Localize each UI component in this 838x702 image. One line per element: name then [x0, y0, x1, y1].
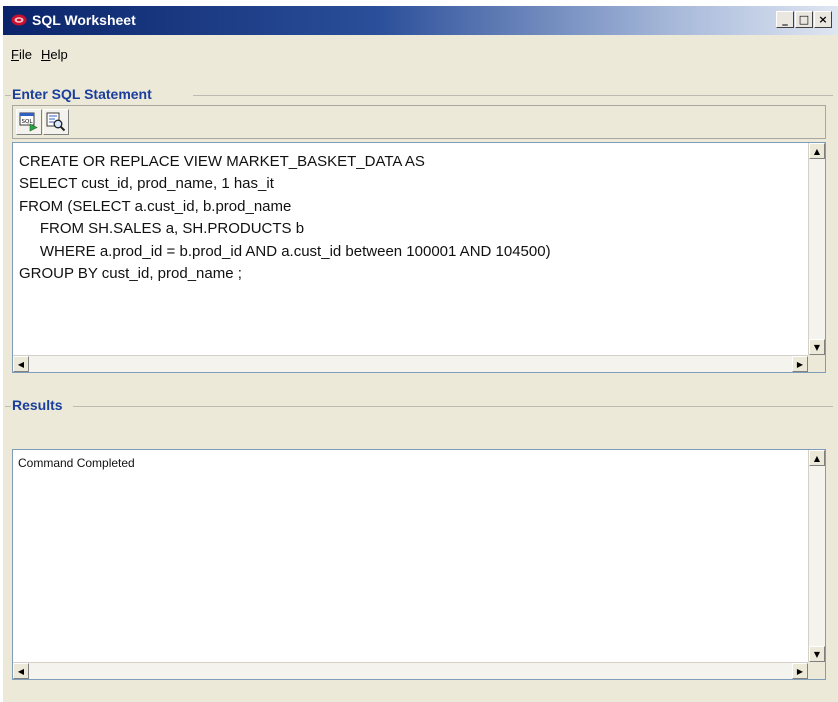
close-button[interactable]: × [814, 11, 832, 28]
execute-sql-icon: SQL [19, 112, 38, 132]
sql-horizontal-scrollbar[interactable]: ◀ ▶ [13, 355, 808, 372]
explain-plan-icon [46, 112, 66, 132]
results-output-text: Command Completed [18, 456, 135, 470]
oracle-app-icon [11, 14, 27, 26]
sql-group-border-right [193, 95, 833, 96]
sql-group-border-left [5, 95, 11, 96]
scroll-right-arrow-icon[interactable]: ▶ [792, 356, 808, 372]
scroll-corner [808, 355, 825, 372]
minimize-button[interactable]: _ [776, 11, 794, 28]
sql-statement-text[interactable]: CREATE OR REPLACE VIEW MARKET_BASKET_DAT… [19, 151, 551, 285]
scroll-left-arrow-icon[interactable]: ◀ [13, 356, 29, 372]
menu-file-rest: ile [18, 47, 32, 62]
menu-file[interactable]: File [11, 47, 32, 62]
results-group-border-left [5, 406, 11, 407]
scroll-down-arrow-icon[interactable]: ▼ [809, 339, 825, 355]
results-scroll-corner [808, 662, 825, 679]
scroll-up-arrow-icon[interactable]: ▲ [809, 143, 825, 159]
svg-text:SQL: SQL [22, 119, 34, 125]
sql-editor[interactable]: CREATE OR REPLACE VIEW MARKET_BASKET_DAT… [12, 142, 826, 373]
sql-toolbar: SQL [12, 105, 826, 139]
title-bar[interactable]: SQL Worksheet _ □ × [3, 6, 838, 35]
maximize-button[interactable]: □ [795, 11, 813, 28]
results-section-title: Results [12, 397, 67, 413]
menu-bar: File Help [3, 45, 838, 65]
results-scroll-down-arrow-icon[interactable]: ▼ [809, 646, 825, 662]
results-scroll-left-arrow-icon[interactable]: ◀ [13, 663, 29, 679]
results-group-border-right [73, 406, 833, 407]
sql-section-title: Enter SQL Statement [12, 86, 156, 102]
results-panel[interactable]: Command Completed ▲ ▼ ◀ ▶ [12, 449, 826, 680]
results-vertical-scrollbar[interactable]: ▲ ▼ [808, 450, 825, 662]
menu-help[interactable]: Help [41, 47, 68, 62]
menu-help-mnemonic: H [41, 47, 51, 62]
sql-worksheet-window: SQL Worksheet _ □ × File Help Enter SQL … [3, 6, 838, 702]
menu-help-rest: elp [50, 47, 68, 62]
menu-file-mnemonic: F [11, 47, 19, 62]
results-horizontal-scrollbar[interactable]: ◀ ▶ [13, 662, 808, 679]
window-title: SQL Worksheet [32, 12, 136, 28]
sql-vertical-scrollbar[interactable]: ▲ ▼ [808, 143, 825, 355]
results-scroll-right-arrow-icon[interactable]: ▶ [792, 663, 808, 679]
results-scroll-up-arrow-icon[interactable]: ▲ [809, 450, 825, 466]
explain-plan-button[interactable] [43, 109, 69, 135]
execute-sql-button[interactable]: SQL [16, 109, 42, 135]
